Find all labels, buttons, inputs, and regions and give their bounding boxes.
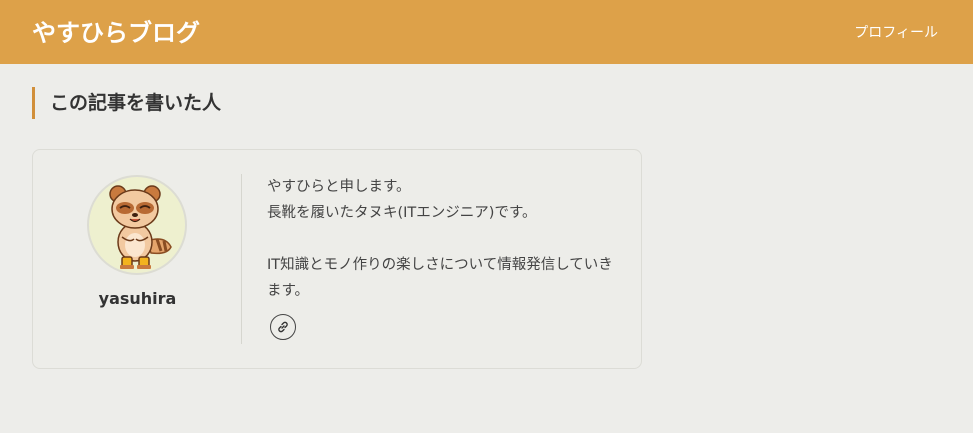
bio-line: IT知識とモノ作りの楽しさについて情報発信していきます。: [267, 257, 613, 299]
nav-profile-link[interactable]: プロフィール: [854, 23, 938, 43]
bio-line: 長靴を履いたタヌキ(ITエンジニア)です。: [267, 205, 537, 221]
tanuki-icon: [109, 185, 172, 269]
author-avatar-column: yasuhira: [33, 150, 242, 368]
link-icon: [278, 321, 288, 333]
section-heading: この記事を書いた人: [32, 87, 221, 119]
author-link-button[interactable]: [270, 314, 296, 340]
site-title-link[interactable]: やすひらブログ: [32, 16, 200, 50]
bio-line: やすひらと申します。: [267, 179, 411, 195]
site-header: やすひらブログ プロフィール: [0, 0, 973, 64]
author-bio: やすひらと申します。 長靴を履いたタヌキ(ITエンジニア)です。 IT知識とモノ…: [267, 174, 627, 304]
avatar: [87, 175, 187, 275]
author-card: yasuhira やすひらと申します。 長靴を履いたタヌキ(ITエンジニア)です…: [32, 149, 642, 369]
author-name: yasuhira: [98, 289, 177, 308]
card-divider: [241, 174, 242, 344]
bio-blank-line: [267, 226, 627, 252]
